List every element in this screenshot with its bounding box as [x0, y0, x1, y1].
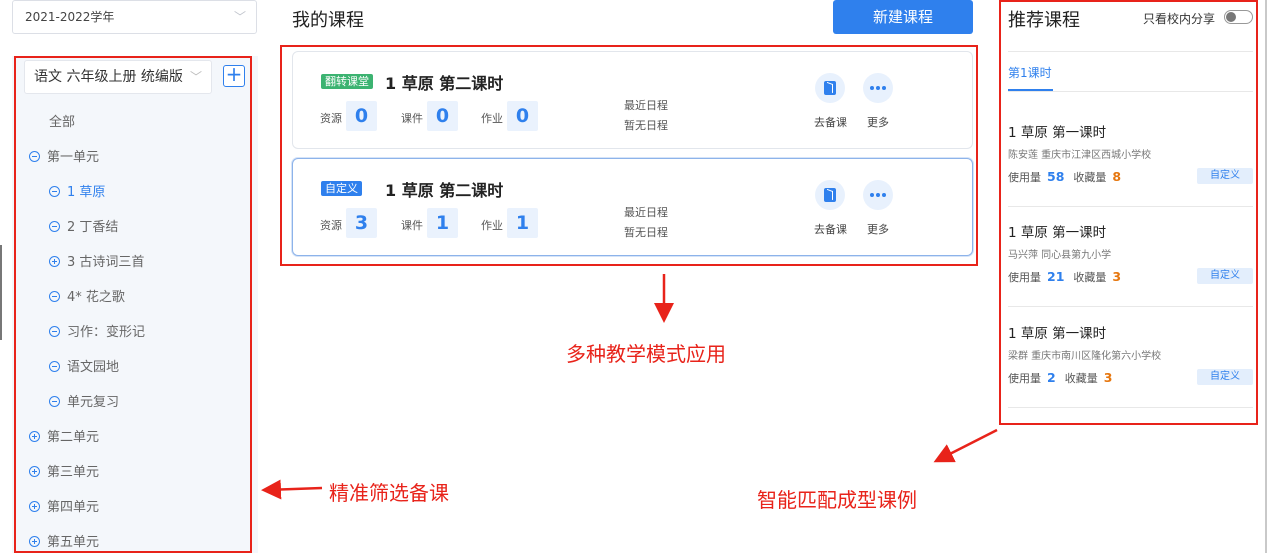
window-edge — [0, 245, 2, 340]
annotation-arrows — [261, 274, 998, 500]
arrow-right — [933, 428, 998, 463]
arrow-left — [261, 479, 323, 500]
